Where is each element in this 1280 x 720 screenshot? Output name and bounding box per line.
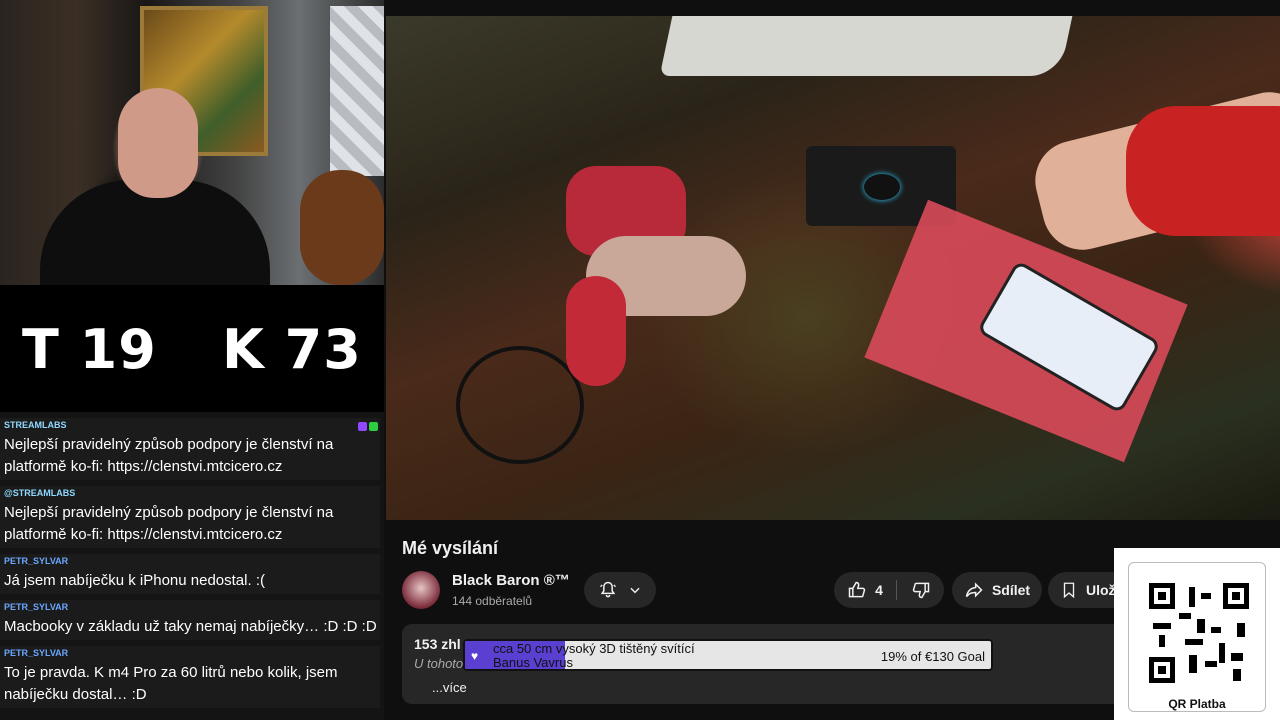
goal-title: cca 50 cm vysoký 3D tištěný svítící xyxy=(493,641,695,656)
qr-code xyxy=(1149,583,1249,683)
video-title: Mé vysílání xyxy=(402,538,499,558)
chat-text: Macbooky v základu už taky nemaj nabíječ… xyxy=(4,618,377,635)
qr-label: QR Platba xyxy=(1168,697,1226,711)
share-label: Sdílet xyxy=(991,582,1031,598)
notification-bell-button[interactable] xyxy=(584,572,656,608)
qr-finder xyxy=(1149,583,1175,609)
chat-username: PETR_SYLVAR xyxy=(4,602,69,612)
stream-overlay-left: T 19 K 73 STREAMLABS Nejlepší pravidelný… xyxy=(0,0,384,720)
chat-badges xyxy=(358,422,378,431)
thumbs-down-icon xyxy=(912,582,929,599)
acoustic-foam xyxy=(330,6,384,176)
chat-message: @STREAMLABS Nejlepší pravidelný způsob p… xyxy=(0,486,380,548)
chat-text: Nejlepší pravidelný způsob podpory je čl… xyxy=(4,436,334,475)
chat-text: Já jsem nabíječku k iPhonu nedostal. :( xyxy=(4,572,265,589)
video-player[interactable] xyxy=(386,16,1280,520)
webcam-feed xyxy=(0,0,384,285)
subscriber-count: 144 odběratelů xyxy=(452,594,533,608)
goal-backer: Banus Vavrus xyxy=(493,655,573,670)
bookmark-icon xyxy=(1063,582,1075,599)
view-count: 153 zhl xyxy=(414,636,461,652)
dislike-button[interactable] xyxy=(897,572,944,608)
score-counter: T 19 K 73 xyxy=(0,300,384,400)
donation-goal-bar: ♥ cca 50 cm vysoký 3D tištěný svítící Ba… xyxy=(463,639,993,671)
chat-message: PETR_SYLVAR Já jsem nabíječku k iPhonu n… xyxy=(0,554,380,594)
share-icon xyxy=(965,582,983,598)
chat-text: Nejlepší pravidelný způsob podpory je čl… xyxy=(4,504,334,543)
description-preview: U tohoto xyxy=(414,656,464,671)
top-strip xyxy=(386,0,1280,16)
share-button[interactable]: Sdílet xyxy=(952,572,1042,608)
chat-username: @STREAMLABS xyxy=(4,488,76,498)
like-count: 4 xyxy=(875,582,883,598)
chat-message: STREAMLABS Nejlepší pravidelný způsob po… xyxy=(0,418,380,480)
qr-finder xyxy=(1149,657,1175,683)
chat-message: PETR_SYLVAR To je pravda. K m4 Pro za 60… xyxy=(0,646,380,708)
chat-text: To je pravda. K m4 Pro za 60 litrů nebo … xyxy=(4,664,338,703)
cable xyxy=(456,346,584,464)
qr-frame: QR Platba xyxy=(1128,562,1266,712)
mouse xyxy=(864,174,900,200)
chat-username: STREAMLABS xyxy=(4,420,67,430)
chevron-down-icon xyxy=(630,587,640,594)
bell-icon xyxy=(600,581,616,598)
red-sleeve xyxy=(1126,106,1280,236)
badge-icon xyxy=(358,422,367,431)
qr-payment-panel: QR Platba xyxy=(1114,548,1280,720)
thumbs-up-icon xyxy=(848,581,866,598)
chat-username: PETR_SYLVAR xyxy=(4,648,69,658)
channel-name[interactable]: Black Baron ®™ xyxy=(452,572,570,589)
like-button[interactable]: 4 xyxy=(834,572,896,608)
like-dislike-group: 4 xyxy=(834,572,944,608)
counter-k: K 73 xyxy=(222,318,362,381)
save-label: Ulož xyxy=(1086,582,1116,598)
chat-username: PETR_SYLVAR xyxy=(4,556,69,566)
channel-avatar[interactable] xyxy=(402,571,440,609)
chat-message: PETR_SYLVAR Macbooky v základu už taky n… xyxy=(0,600,380,640)
streamer-head xyxy=(118,88,198,198)
plush-toy-arm xyxy=(566,276,626,386)
teddy-bear xyxy=(300,170,384,285)
chat-panel: STREAMLABS Nejlepší pravidelný způsob po… xyxy=(0,412,384,720)
qr-finder xyxy=(1223,583,1249,609)
counter-t: T 19 xyxy=(22,318,157,381)
more-link[interactable]: ...více xyxy=(432,680,467,695)
badge-icon xyxy=(369,422,378,431)
heart-icon: ♥ xyxy=(471,649,479,663)
goal-progress-text: 19% of €130 Goal xyxy=(880,649,985,664)
desk-lamp xyxy=(659,16,1073,76)
